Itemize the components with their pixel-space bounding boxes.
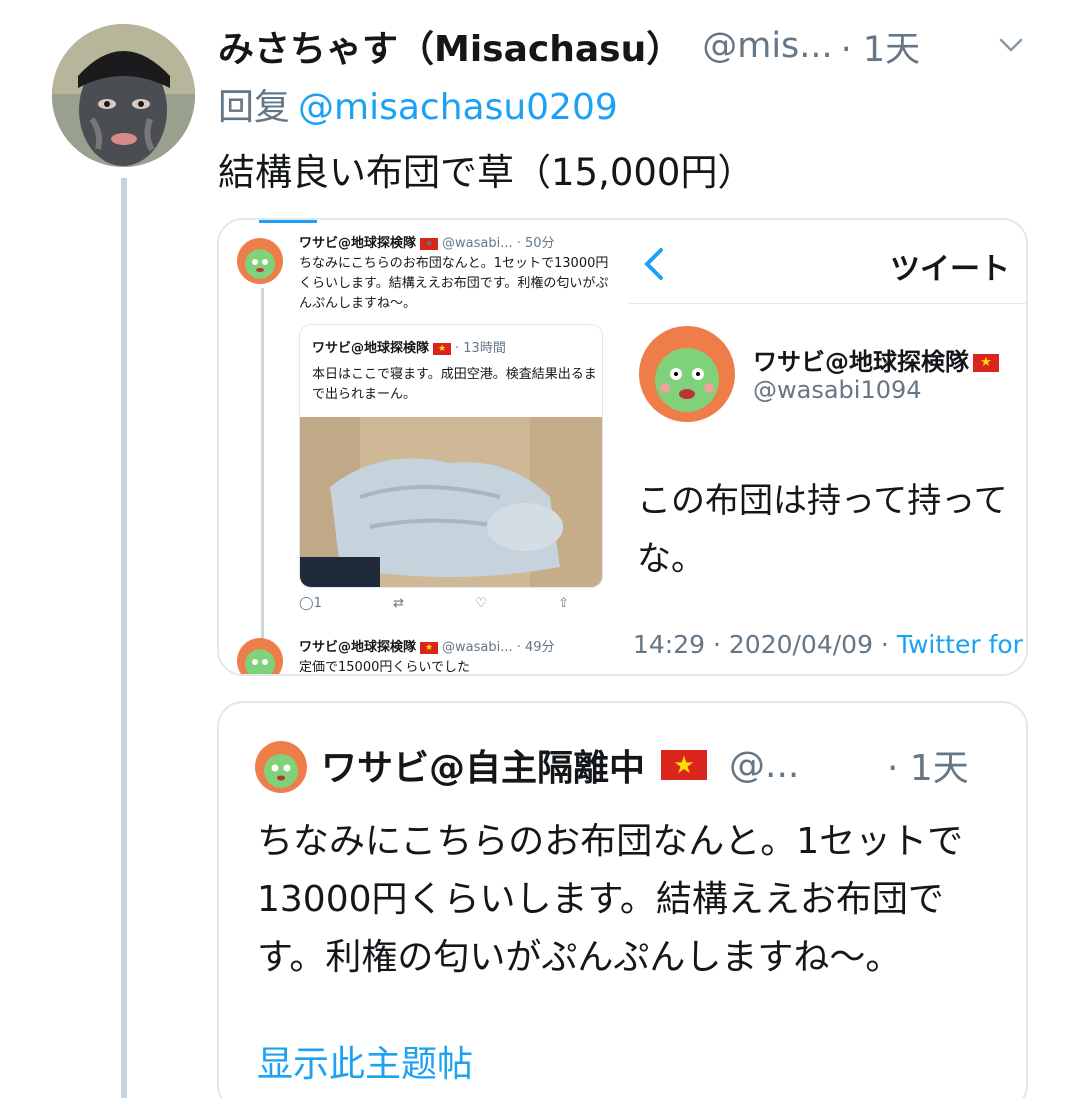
thread-connector-line [121, 178, 127, 1098]
retweet-icon: ⇄ [393, 596, 404, 611]
screenshot-nav-bar: ツイート [629, 220, 1026, 304]
screenshot-tweet-line1: この布団は持って持って [637, 481, 1008, 521]
show-thread-link[interactable]: 显示此主题帖 [257, 1035, 473, 1087]
screenshot-tweet1-text: ちなみにこちらのお布団なんと。1セットで13000円くらいします。結構ええお布団… [299, 256, 609, 311]
replying-to: 回复 @misachasu0209 [218, 78, 618, 130]
quoted-tweet-card[interactable]: ワサビ@自主隔離中 ★ @... · 1天 ちなみにこちらのお布団なんと。1セッ… [217, 701, 1028, 1098]
screenshot-tweet-body: この布団は持って持って な。 [637, 472, 1026, 588]
quoted-header: ワサビ@自主隔離中 ★ @... · 1天 [321, 739, 969, 791]
screenshot-timestamp: 14:29 · 2020/04/09 · [633, 630, 897, 659]
futon-photo [300, 417, 602, 587]
chevron-down-icon[interactable] [996, 30, 1026, 60]
quoted-handle: @... [729, 744, 800, 786]
screenshot-tweet2-name: ワサビ@地球探検隊 [299, 640, 417, 655]
wasabi-avatar [237, 238, 283, 284]
screenshot-quoted-tweet: ワサビ@地球探検隊 ★ · 13時間 本日はここで寝ます。成田空港。検査結果出るまで… [299, 324, 603, 588]
display-name[interactable]: みさちゃす（Misachasu） [218, 20, 682, 72]
tweet-time[interactable]: · 1天 [841, 21, 921, 72]
screenshot-tweet-line2: な。 [637, 539, 705, 579]
screenshot-nav-title: ツイート [890, 252, 1010, 287]
screenshot-thread-line [261, 288, 264, 674]
tweet-header: みさちゃす（Misachasu） @mis... · 1天 [218, 18, 1048, 74]
screenshot-tweet1-name: ワサビ@地球探検隊 [299, 236, 417, 251]
screenshot-author-name: ワサビ@地球探検隊 ★ [753, 342, 1003, 377]
reply-icon: ◯1 [299, 596, 322, 611]
reply-mention-link[interactable]: @misachasu0209 [298, 87, 618, 128]
screenshot-quoted-time: · 13時間 [455, 341, 506, 356]
avatar[interactable] [52, 24, 195, 167]
screenshot-tweet2-text: 定価で15000円くらいでした [299, 660, 470, 675]
vietnam-flag-icon: ★ [973, 354, 999, 372]
quoted-display-name: ワサビ@自主隔離中 [321, 748, 646, 789]
wasabi-avatar-large [639, 326, 735, 422]
vietnam-flag-icon: ★ [420, 641, 439, 654]
vietnam-flag-icon: ★ [661, 750, 708, 780]
replying-prefix: 回复 [218, 87, 291, 128]
vietnam-flag-icon: ★ [420, 237, 439, 250]
user-handle[interactable]: @mis... [702, 26, 832, 66]
screenshot-tweet1-header: ワサビ@地球探検隊 ★ @wasabi... · 50分 [299, 232, 555, 251]
screenshot-top-bar [259, 220, 317, 223]
avatar-image [52, 24, 195, 167]
vietnam-flag-icon: ★ [433, 342, 452, 355]
screenshot-tweet2-header: ワサビ@地球探検隊 ★ @wasabi... · 49分 [299, 636, 555, 655]
screenshot-tweet2-handle: @wasabi... · 49分 [442, 640, 555, 655]
screenshot-quoted-header: ワサビ@地球探検隊 ★ · 13時間 [312, 337, 506, 356]
screenshot-action-bar: ◯1 ⇄ ♡ ⇧ [299, 596, 569, 611]
screenshot-source: Twitter for [896, 630, 1023, 659]
quoted-time: · 1天 [887, 748, 969, 789]
back-arrow-icon [644, 248, 663, 280]
like-icon: ♡ [475, 596, 487, 611]
share-icon: ⇧ [558, 596, 569, 611]
wasabi-avatar [237, 638, 283, 674]
screenshot-tweet-meta: 14:29 · 2020/04/09 · Twitter for [633, 630, 1023, 659]
tweet-text: 結構良い布団で草（15,000円） [218, 151, 755, 194]
screenshot-author-handle: @wasabi1094 [753, 376, 922, 404]
screenshot-tweet1-handle: @wasabi... · 50分 [442, 236, 555, 251]
quoted-text: ちなみにこちらのお布団なんと。1セットで13000円くらいします。結構ええお布団… [257, 821, 964, 978]
screenshot-author-name-text: ワサビ@地球探検隊 [753, 348, 969, 376]
media-screenshot-left[interactable]: ワサビ@地球探検隊 ★ @wasabi... · 50分 ちなみにこちらのお布団なん… [219, 220, 629, 675]
reply-count: 1 [313, 596, 322, 611]
quoted-avatar [255, 741, 307, 793]
screenshot-quoted-text: 本日はここで寝ます。成田空港。検査結果出るまで出られまーん。 [312, 367, 597, 402]
screenshot-quoted-name: ワサビ@地球探検隊 [312, 341, 430, 356]
media-screenshot-right[interactable]: ツイート ワサビ@地球探検隊 ★ @wasabi1094 この布団は持って持って … [629, 220, 1026, 674]
tweet-media[interactable]: ワサビ@地球探検隊 ★ @wasabi... · 50分 ちなみにこちらのお布団なん… [217, 218, 1028, 676]
